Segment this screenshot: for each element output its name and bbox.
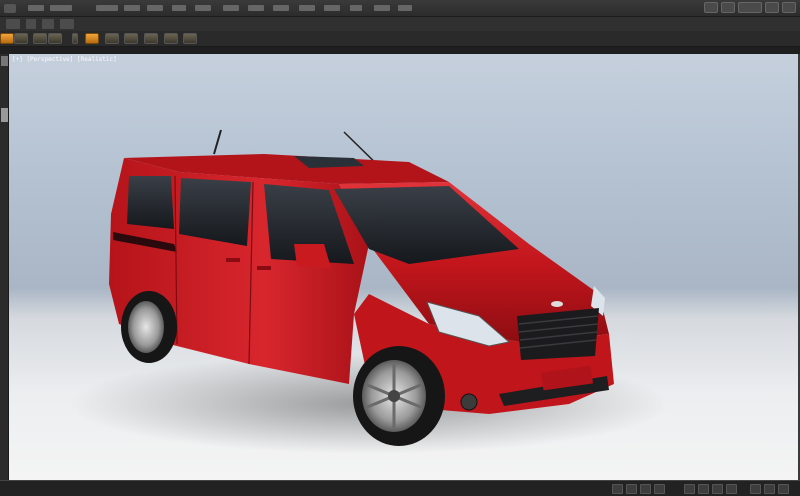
layer-manager-icon[interactable] [144, 33, 158, 44]
brand-logo-icon [551, 301, 563, 307]
align-tool-icon[interactable] [124, 33, 138, 44]
help-icon[interactable] [765, 2, 779, 13]
status-icon-4[interactable] [654, 484, 665, 494]
toolbar-item-3[interactable] [42, 19, 54, 29]
front-wheel-hub [388, 390, 400, 402]
fov-icon[interactable] [726, 484, 737, 494]
ribbon-strip [0, 47, 800, 54]
car-model[interactable] [9, 54, 798, 480]
restore-icon[interactable] [721, 2, 735, 13]
rear-wheel-rim [128, 301, 164, 353]
scale-tool-icon[interactable] [72, 33, 78, 44]
menu-item-content[interactable] [324, 5, 340, 11]
toolbar-item-1[interactable] [6, 19, 20, 29]
status-icon-2[interactable] [626, 484, 637, 494]
front-grille [517, 308, 599, 360]
zoom-icon[interactable] [684, 484, 695, 494]
status-icon-1[interactable] [612, 484, 623, 494]
panel-divider [1, 108, 8, 122]
window-middle [179, 178, 251, 246]
pan-icon[interactable] [698, 484, 709, 494]
close-icon[interactable] [782, 2, 796, 13]
zoom-extents-icon[interactable] [750, 484, 761, 494]
door-handle-rear [226, 258, 240, 262]
search-icon[interactable] [738, 2, 762, 13]
quick-access-toolbar [0, 17, 800, 31]
menu-item-extra[interactable] [374, 5, 390, 11]
menu-item-graph[interactable] [223, 5, 239, 11]
status-bar [0, 480, 800, 496]
menu-item-help[interactable] [350, 5, 362, 11]
select-tool-icon[interactable] [0, 33, 14, 44]
menu-item-animation[interactable] [195, 5, 211, 11]
menu-item-more[interactable] [398, 5, 412, 11]
menu-item-group[interactable] [96, 5, 118, 11]
toolbar-item-4[interactable] [60, 19, 74, 29]
panel-toggle-icon[interactable] [1, 56, 8, 66]
menu-item-customize[interactable] [273, 5, 289, 11]
menu-item-scripting[interactable] [299, 5, 315, 11]
menu-item-edit[interactable] [28, 5, 44, 11]
menu-item-modifiers[interactable] [172, 5, 186, 11]
move-tool-icon[interactable] [33, 33, 47, 44]
minimize-icon[interactable] [704, 2, 718, 13]
app-window: [+] [Perspective] [Realistic] [0, 0, 800, 496]
left-panel-strip [0, 54, 9, 480]
orbit-icon[interactable] [712, 484, 723, 494]
snap-toggle-icon[interactable] [85, 33, 99, 44]
select-region-icon[interactable] [14, 33, 28, 44]
toolbar-item-2[interactable] [26, 19, 36, 29]
menu-item-tools[interactable] [50, 5, 72, 11]
maximize-viewport-icon[interactable] [764, 484, 775, 494]
app-logo-icon[interactable] [4, 4, 16, 13]
fog-light [460, 393, 478, 411]
menu-item-create[interactable] [147, 5, 163, 11]
status-icon-3[interactable] [640, 484, 651, 494]
antenna-rear [213, 129, 222, 155]
door-handle-front [257, 266, 271, 270]
mirror-tool-icon[interactable] [105, 33, 119, 44]
window-controls [704, 2, 796, 13]
walkthrough-icon[interactable] [778, 484, 789, 494]
viewport-perspective[interactable]: [+] [Perspective] [Realistic] [9, 54, 798, 480]
render-setup-icon[interactable] [183, 33, 197, 44]
main-toolbar [0, 31, 800, 47]
menu-item-rendering[interactable] [248, 5, 264, 11]
window-rear [127, 176, 174, 229]
rotate-tool-icon[interactable] [48, 33, 62, 44]
material-editor-icon[interactable] [164, 33, 178, 44]
menu-item-views[interactable] [124, 5, 140, 11]
menu-bar [0, 0, 800, 17]
